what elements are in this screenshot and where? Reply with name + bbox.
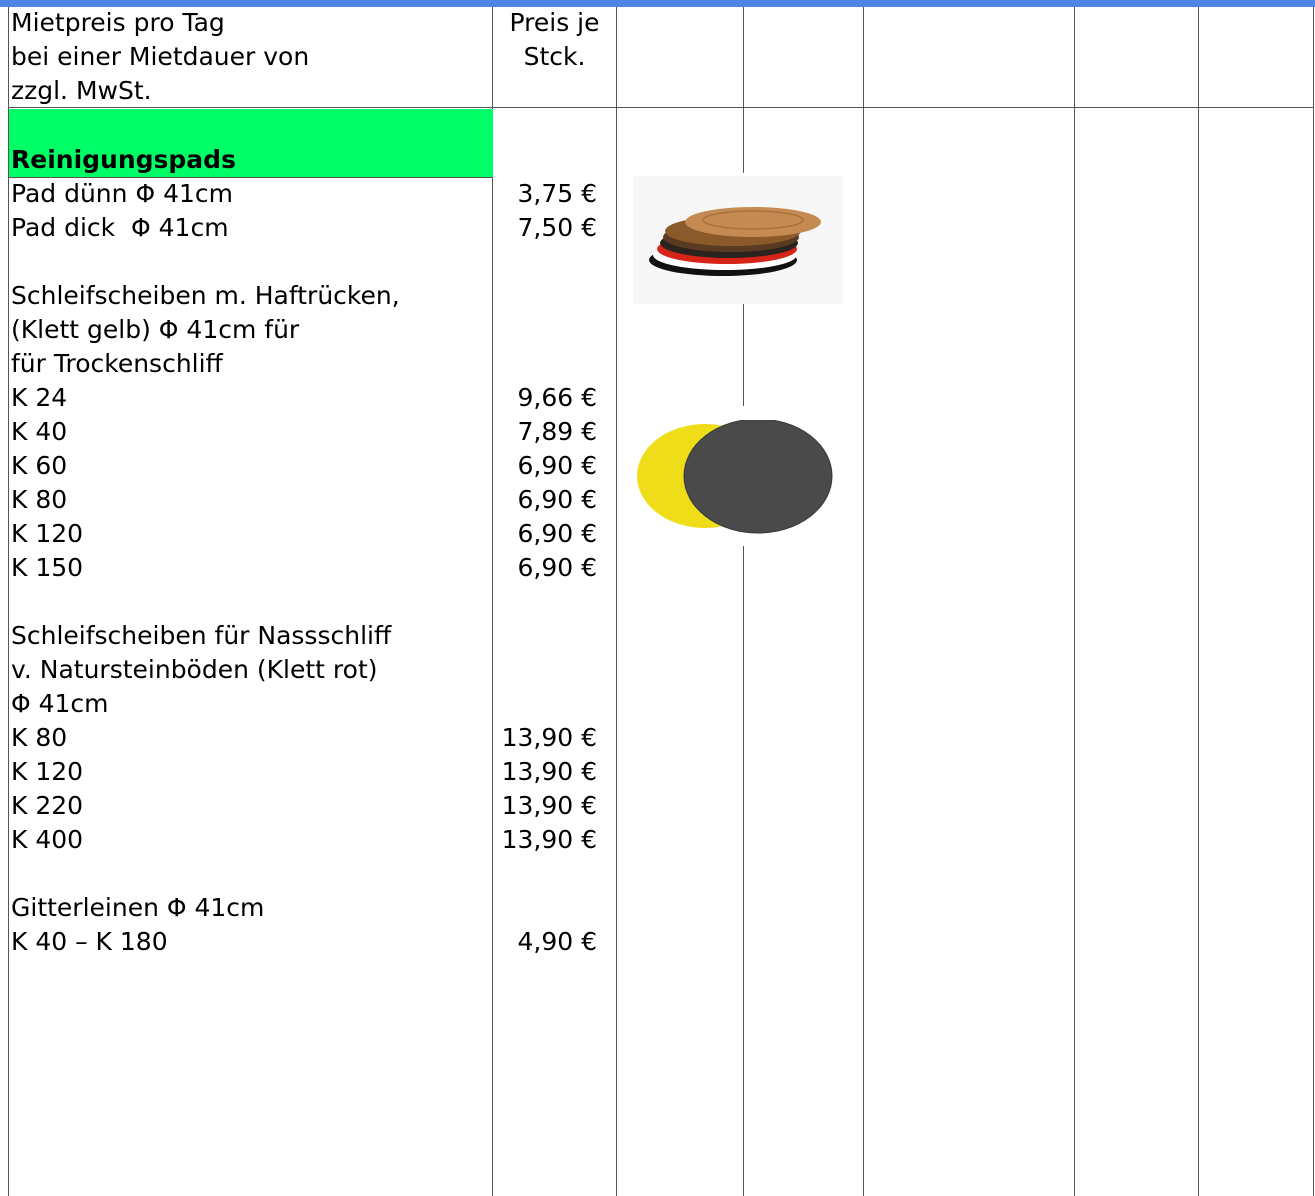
row-label: K 60 xyxy=(11,451,68,480)
row-label: K 220 xyxy=(11,791,84,820)
header-col1-line2: bei einer Mietdauer von xyxy=(11,42,310,71)
header-col2-line2: Stck. xyxy=(523,42,586,71)
header-col2-line1: Preis je xyxy=(509,8,600,37)
row-price: 6,90 € xyxy=(517,553,597,582)
row-label: K 400 xyxy=(11,825,84,854)
header-col1-line1: Mietpreis pro Tag xyxy=(11,8,225,37)
section-title: Reinigungspads xyxy=(11,145,236,174)
column-divider xyxy=(743,546,744,1196)
column-divider xyxy=(743,304,744,406)
row-label: K 120 xyxy=(11,757,84,786)
row-label: v. Natursteinböden (Klett rot) xyxy=(11,655,378,684)
header-divider xyxy=(8,107,1314,108)
column-divider xyxy=(1074,7,1075,1196)
column-divider xyxy=(743,7,744,173)
column-divider xyxy=(863,7,864,1196)
stacked-cleaning-pads-image xyxy=(633,176,843,304)
column-divider xyxy=(1198,7,1199,1196)
row-price: 3,75 € xyxy=(517,179,597,208)
row-price: 7,89 € xyxy=(517,417,597,446)
row-label: Pad dünn Φ 41cm xyxy=(11,179,233,208)
table-border-left xyxy=(8,7,9,1196)
row-label: Φ 41cm xyxy=(11,689,109,718)
row-label: K 80 xyxy=(11,485,68,514)
row-label: K 40 – K 180 xyxy=(11,927,168,956)
row-price: 7,50 € xyxy=(517,213,597,242)
row-label: K 150 xyxy=(11,553,84,582)
row-label: für Trockenschliff xyxy=(11,349,223,378)
row-label: Gitterleinen Φ 41cm xyxy=(11,893,265,922)
column-divider xyxy=(616,7,617,1196)
row-price: 13,90 € xyxy=(501,757,597,786)
row-price: 13,90 € xyxy=(501,723,597,752)
row-label: K 80 xyxy=(11,723,68,752)
row-label: Schleifscheiben m. Haftrücken, xyxy=(11,281,400,310)
row-price: 9,66 € xyxy=(517,383,597,412)
row-label: (Klett gelb) Φ 41cm für xyxy=(11,315,300,344)
row-price: 6,90 € xyxy=(517,485,597,514)
table-border-right xyxy=(1313,7,1314,1196)
row-price: 13,90 € xyxy=(501,825,597,854)
row-price: 6,90 € xyxy=(517,519,597,548)
sanding-discs-image xyxy=(637,420,833,534)
row-label: K 24 xyxy=(11,383,68,412)
row-price: 6,90 € xyxy=(517,451,597,480)
row-label: Pad dick Φ 41cm xyxy=(11,213,229,242)
row-price: 13,90 € xyxy=(501,791,597,820)
row-label: K 120 xyxy=(11,519,84,548)
row-label: Schleifscheiben für Nassschliff xyxy=(11,621,392,650)
row-price: 4,90 € xyxy=(517,927,597,956)
row-label: K 40 xyxy=(11,417,68,446)
header-col1-line3: zzgl. MwSt. xyxy=(11,76,152,105)
